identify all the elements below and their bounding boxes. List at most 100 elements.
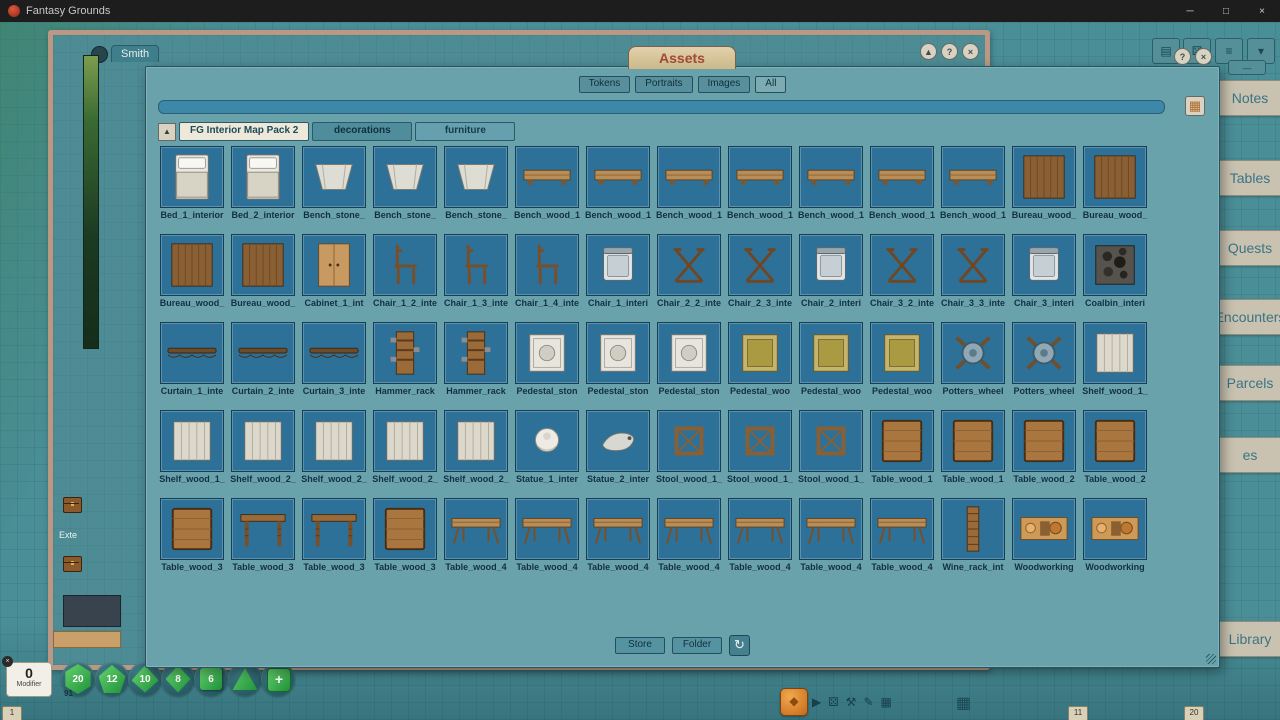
- asset-thumbnail[interactable]: [799, 146, 863, 208]
- asset-thumbnail[interactable]: [444, 498, 508, 560]
- asset-thumbnail[interactable]: [373, 498, 437, 560]
- asset-thumbnail[interactable]: [302, 410, 366, 472]
- asset-item[interactable]: Chair_3_2_inte: [869, 234, 935, 316]
- asset-thumbnail[interactable]: [515, 234, 579, 296]
- asset-item[interactable]: Pedestal_woo: [869, 322, 935, 404]
- asset-item[interactable]: Chair_2_3_inte: [727, 234, 793, 316]
- asset-thumbnail[interactable]: [657, 410, 721, 472]
- toolbar-collapse-button[interactable]: —: [1228, 60, 1266, 75]
- asset-thumbnail[interactable]: [1012, 498, 1076, 560]
- asset-item[interactable]: Bench_wood_1: [727, 146, 793, 228]
- asset-thumbnail[interactable]: [444, 410, 508, 472]
- chest-icon[interactable]: [63, 497, 82, 513]
- asset-item[interactable]: Table_wood_3: [230, 498, 296, 580]
- asset-thumbnail[interactable]: [870, 498, 934, 560]
- dialog-help-icon[interactable]: ?: [1174, 48, 1191, 65]
- folder-up-icon[interactable]: ▲: [158, 123, 176, 141]
- asset-thumbnail[interactable]: [870, 410, 934, 472]
- asset-thumbnail[interactable]: [231, 322, 295, 384]
- asset-item[interactable]: Table_wood_4: [656, 498, 722, 580]
- folder-button[interactable]: Folder: [672, 637, 722, 654]
- asset-item[interactable]: Curtain_3_inte: [301, 322, 367, 404]
- draw-icon[interactable]: ✎: [863, 695, 873, 709]
- asset-thumbnail[interactable]: [870, 234, 934, 296]
- asset-item[interactable]: Bench_wood_1: [869, 146, 935, 228]
- asset-item[interactable]: Chair_1_4_inte: [514, 234, 580, 316]
- dice-roller-icon[interactable]: ⚄: [828, 695, 838, 709]
- asset-thumbnail[interactable]: [160, 322, 224, 384]
- filter-tab-images[interactable]: Images: [698, 76, 751, 93]
- asset-thumbnail[interactable]: [941, 146, 1005, 208]
- asset-thumbnail[interactable]: [657, 234, 721, 296]
- asset-item[interactable]: Table_wood_2: [1082, 410, 1148, 492]
- asset-thumbnail[interactable]: [941, 322, 1005, 384]
- asset-thumbnail[interactable]: [515, 410, 579, 472]
- filter-tab-portraits[interactable]: Portraits: [635, 76, 692, 93]
- asset-thumbnail[interactable]: [231, 410, 295, 472]
- asset-item[interactable]: Pedestal_woo: [798, 322, 864, 404]
- asset-thumbnail[interactable]: [231, 146, 295, 208]
- asset-item[interactable]: Bureau_wood_: [1082, 146, 1148, 228]
- sheet-grid-icon[interactable]: ▦: [956, 693, 971, 713]
- store-button[interactable]: Store: [615, 637, 665, 654]
- asset-item[interactable]: Table_wood_3: [372, 498, 438, 580]
- asset-thumbnail[interactable]: [799, 410, 863, 472]
- asset-thumbnail[interactable]: [799, 322, 863, 384]
- asset-thumbnail[interactable]: [728, 146, 792, 208]
- grid-toggle-icon[interactable]: ▦: [881, 695, 892, 709]
- asset-item[interactable]: Bed_1_interior: [159, 146, 225, 228]
- asset-thumbnail[interactable]: [941, 234, 1005, 296]
- asset-thumbnail[interactable]: [515, 498, 579, 560]
- asset-thumbnail[interactable]: [728, 498, 792, 560]
- asset-thumbnail[interactable]: [870, 146, 934, 208]
- asset-thumbnail[interactable]: [302, 146, 366, 208]
- asset-item[interactable]: Pedestal_woo: [727, 322, 793, 404]
- asset-thumbnail[interactable]: [799, 498, 863, 560]
- pointer-icon[interactable]: ▶: [812, 695, 821, 709]
- asset-item[interactable]: Shelf_wood_1_: [159, 410, 225, 492]
- asset-thumbnail[interactable]: [160, 410, 224, 472]
- asset-item[interactable]: Chair_1_2_inte: [372, 234, 438, 316]
- asset-thumbnail[interactable]: [302, 234, 366, 296]
- filter-tab-all[interactable]: All: [755, 76, 786, 93]
- asset-thumbnail[interactable]: [231, 498, 295, 560]
- asset-thumbnail[interactable]: [586, 410, 650, 472]
- asset-item[interactable]: Bench_wood_1: [585, 146, 651, 228]
- modifier-box[interactable]: 0 Modifier: [6, 662, 52, 697]
- search-input[interactable]: [158, 100, 1165, 114]
- asset-item[interactable]: Bench_wood_1: [940, 146, 1006, 228]
- modifier-close-icon[interactable]: ×: [2, 656, 13, 667]
- asset-thumbnail[interactable]: [373, 146, 437, 208]
- asset-item[interactable]: Woodworking: [1011, 498, 1077, 580]
- asset-item[interactable]: Shelf_wood_2_: [372, 410, 438, 492]
- asset-item[interactable]: Curtain_1_inte: [159, 322, 225, 404]
- asset-item[interactable]: Table_wood_4: [869, 498, 935, 580]
- asset-thumbnail[interactable]: [515, 146, 579, 208]
- asset-thumbnail[interactable]: [586, 234, 650, 296]
- asset-item[interactable]: Potters_wheel: [1011, 322, 1077, 404]
- asset-item[interactable]: Shelf_wood_2_: [443, 410, 509, 492]
- asset-item[interactable]: Chair_3_3_inte: [940, 234, 1006, 316]
- asset-item[interactable]: Bench_wood_1: [656, 146, 722, 228]
- asset-thumbnail[interactable]: [941, 498, 1005, 560]
- asset-thumbnail[interactable]: [1012, 234, 1076, 296]
- d6-die[interactable]: 6: [200, 668, 222, 690]
- asset-thumbnail[interactable]: [373, 234, 437, 296]
- breadcrumb-folder-button[interactable]: decorations: [312, 122, 412, 141]
- asset-item[interactable]: Table_wood_4: [514, 498, 580, 580]
- asset-item[interactable]: Table_wood_3: [301, 498, 367, 580]
- asset-item[interactable]: Table_wood_4: [443, 498, 509, 580]
- filter-tab-tokens[interactable]: Tokens: [579, 76, 631, 93]
- asset-thumbnail[interactable]: [657, 498, 721, 560]
- dialog-close-icon[interactable]: ×: [1195, 48, 1212, 65]
- resize-handle[interactable]: [1206, 654, 1216, 664]
- asset-item[interactable]: Coalbin_interi: [1082, 234, 1148, 316]
- add-die-button[interactable]: +: [267, 668, 291, 692]
- asset-item[interactable]: Table_wood_4: [798, 498, 864, 580]
- maximize-button[interactable]: □: [1208, 0, 1244, 22]
- asset-thumbnail[interactable]: [1083, 146, 1147, 208]
- asset-item[interactable]: Shelf_wood_2_: [230, 410, 296, 492]
- asset-thumbnail[interactable]: [302, 322, 366, 384]
- hammer-icon[interactable]: ⚒: [846, 695, 857, 709]
- asset-thumbnail[interactable]: [941, 410, 1005, 472]
